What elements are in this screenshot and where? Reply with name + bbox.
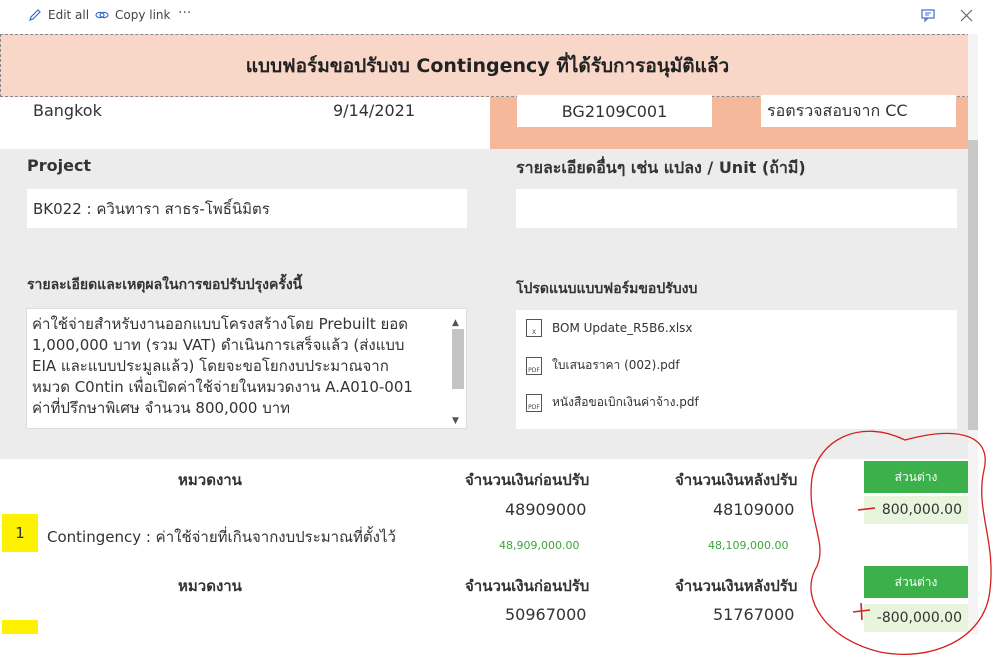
red-annotation (810, 430, 992, 656)
